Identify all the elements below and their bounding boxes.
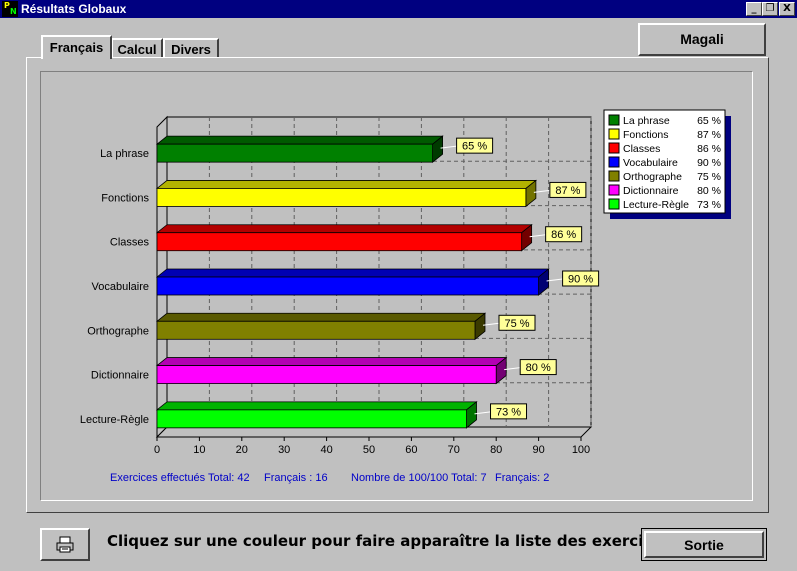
instruction-text: Cliquez sur une couleur pour faire appar… xyxy=(107,532,684,550)
tab-francais[interactable]: Français xyxy=(41,35,112,59)
print-button[interactable] xyxy=(40,528,90,561)
exit-button[interactable]: Sortie xyxy=(641,528,767,561)
printer-icon xyxy=(56,536,74,553)
tab-panel xyxy=(26,57,769,513)
exit-button-label: Sortie xyxy=(644,531,764,558)
